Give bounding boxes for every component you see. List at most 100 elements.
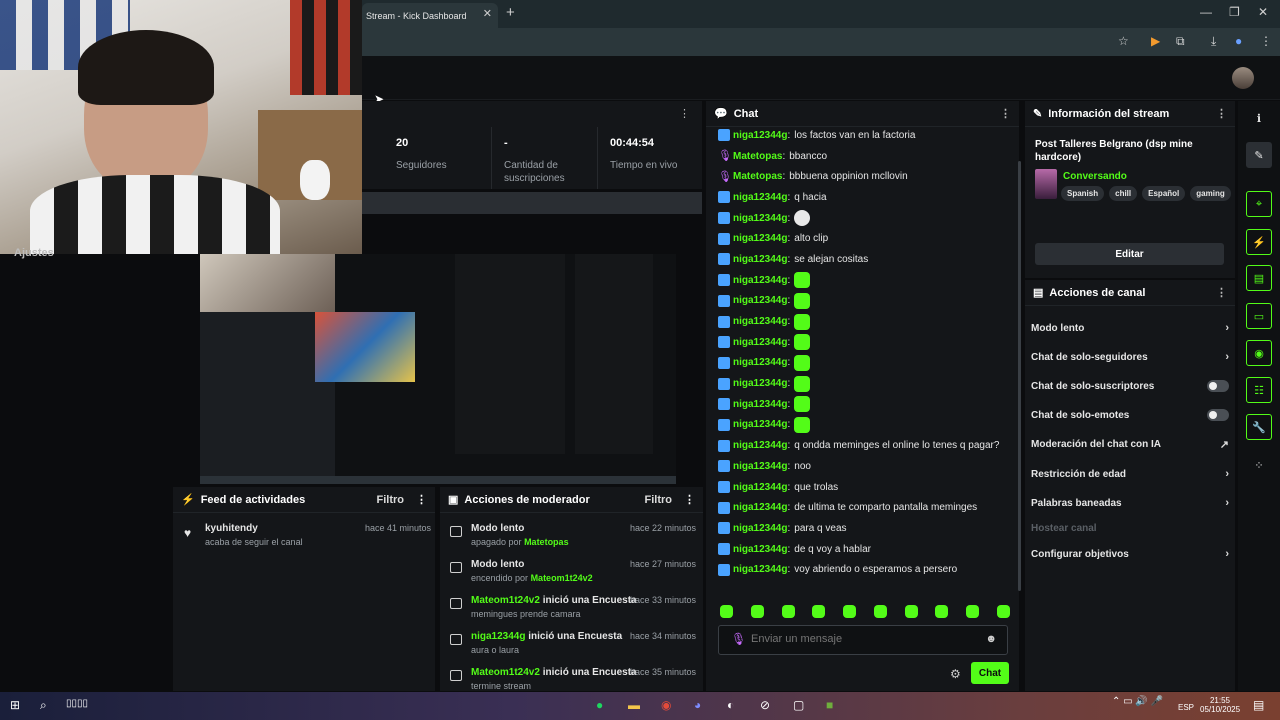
- toggle-switch[interactable]: [1207, 409, 1229, 421]
- channel-action-item[interactable]: Configurar objetivos ›: [1031, 544, 1229, 564]
- channel-action-item[interactable]: Chat de solo-suscriptores: [1031, 376, 1229, 396]
- bolt-icon[interactable]: ⚡: [1246, 229, 1272, 255]
- folder-icon[interactable]: ▬: [628, 698, 640, 712]
- send-chat-button[interactable]: Chat: [971, 662, 1009, 684]
- stats-menu-icon[interactable]: ⋮: [679, 107, 690, 120]
- channel-action-item[interactable]: Palabras baneadas ›: [1031, 493, 1229, 513]
- emote-button[interactable]: [812, 605, 826, 618]
- channel-action-item[interactable]: Chat de solo-seguidores ›: [1031, 347, 1229, 367]
- browser-menu-icon[interactable]: ⋮: [1260, 34, 1272, 48]
- notifications-icon[interactable]: ▤: [1253, 698, 1264, 712]
- chat-username[interactable]: niga12344g: [733, 316, 787, 327]
- chat-username[interactable]: niga12344g: [733, 192, 787, 203]
- profile-icon[interactable]: ●: [1235, 34, 1242, 48]
- chat-username[interactable]: niga12344g: [733, 399, 787, 410]
- new-tab-button[interactable]: +: [506, 4, 515, 21]
- minimize-icon[interactable]: —: [1200, 5, 1212, 19]
- mod-sub-user[interactable]: Mateom1t24v2: [531, 573, 593, 583]
- emoji-icon[interactable]: ☻: [985, 633, 997, 645]
- chat-username[interactable]: niga12344g: [733, 337, 787, 348]
- emote-button[interactable]: [873, 605, 887, 618]
- chat-username[interactable]: niga12344g: [733, 544, 787, 555]
- avatar[interactable]: [1232, 67, 1254, 89]
- broadcast-icon[interactable]: ◉: [1246, 340, 1272, 366]
- toggle-switch[interactable]: [1207, 380, 1229, 392]
- clock[interactable]: 21:55 05/10/2025: [1200, 696, 1240, 714]
- chat-input-box[interactable]: 🎙 ☻: [718, 625, 1008, 655]
- chat-username[interactable]: niga12344g: [733, 461, 787, 472]
- mod-actor[interactable]: Mateom1t24v2: [471, 667, 540, 678]
- mod-actor[interactable]: Mateom1t24v2: [471, 595, 540, 606]
- tray-icons[interactable]: ⌃ ▭ 🔊 🎤: [1112, 696, 1163, 707]
- bookmark-star-icon[interactable]: ☆: [1118, 34, 1129, 48]
- mod-sub-user[interactable]: Matetopas: [524, 537, 569, 547]
- actions-menu-icon[interactable]: ⋮: [1216, 286, 1227, 299]
- search-icon[interactable]: ⌕: [40, 698, 47, 713]
- channel-action-item[interactable]: Moderación del chat con IA ↗: [1031, 434, 1229, 454]
- emote-button[interactable]: [966, 605, 980, 618]
- chat-username[interactable]: niga12344g: [733, 502, 787, 513]
- chat-scrollbar[interactable]: [1018, 161, 1021, 591]
- apps-icon[interactable]: ⁘: [1246, 452, 1272, 478]
- chat-username[interactable]: niga12344g: [733, 254, 787, 265]
- emote-button[interactable]: [720, 605, 733, 618]
- chat-username[interactable]: niga12344g: [733, 564, 787, 575]
- channel-action-item[interactable]: Restricción de edad ›: [1031, 464, 1229, 484]
- browser-tab[interactable]: Stream - Kick Dashboard ✕: [362, 3, 498, 28]
- emote-button[interactable]: [996, 605, 1010, 618]
- app2-icon[interactable]: ▢: [793, 698, 804, 712]
- chat-username[interactable]: niga12344g: [733, 295, 787, 306]
- extensions-icon[interactable]: ⧉: [1176, 34, 1185, 49]
- chat-username[interactable]: niga12344g: [733, 130, 787, 141]
- mod-filter-button[interactable]: Filtro: [645, 494, 673, 506]
- emote-button[interactable]: [904, 605, 918, 618]
- chat-username[interactable]: niga12344g: [733, 275, 787, 286]
- minecraft-icon[interactable]: ■: [826, 698, 833, 712]
- chat-username[interactable]: niga12344g: [733, 523, 787, 534]
- spotify-icon[interactable]: ●: [596, 698, 603, 712]
- mod-actor[interactable]: niga12344g: [471, 631, 525, 642]
- gear-icon[interactable]: ⚙: [950, 667, 961, 681]
- close-tab-icon[interactable]: ✕: [483, 7, 492, 20]
- chat-username[interactable]: niga12344g: [733, 440, 787, 451]
- pencil-icon[interactable]: ✎: [1246, 142, 1272, 168]
- chat-username[interactable]: niga12344g: [733, 357, 787, 368]
- chat-input[interactable]: [751, 633, 981, 645]
- edit-button[interactable]: Editar: [1035, 243, 1224, 265]
- language-indicator[interactable]: ESP: [1178, 703, 1194, 712]
- pinned-notes-icon[interactable]: ▯▯▯▯: [66, 698, 88, 709]
- chat-bubble-icon[interactable]: ▭: [1246, 303, 1272, 329]
- channel-action-item[interactable]: Chat de solo-emotes: [1031, 405, 1229, 425]
- focus-icon[interactable]: ⌖: [1246, 191, 1272, 217]
- app-icon[interactable]: ⊘: [760, 698, 770, 712]
- chat-username[interactable]: niga12344g: [733, 233, 787, 244]
- restore-icon[interactable]: ❐: [1229, 5, 1240, 19]
- chat-menu-icon[interactable]: ⋮: [1000, 107, 1011, 120]
- stream-preview-video[interactable]: [200, 254, 676, 484]
- info-menu-icon[interactable]: ⋮: [1216, 107, 1227, 120]
- channel-action-item[interactable]: Modo lento ›: [1031, 318, 1229, 338]
- sidebar-item-ajustes[interactable]: Ajustes: [14, 247, 54, 259]
- info-icon[interactable]: ℹ: [1246, 105, 1272, 131]
- emote-button[interactable]: [781, 605, 795, 618]
- feed-menu-icon[interactable]: ⋮: [416, 493, 427, 506]
- chrome-icon[interactable]: ◉: [661, 698, 671, 712]
- wrench-icon[interactable]: 🔧: [1246, 414, 1272, 440]
- chat-username[interactable]: niga12344g: [733, 213, 787, 224]
- chat-username[interactable]: niga12344g: [733, 419, 787, 430]
- chat-username[interactable]: Matetopas: [733, 171, 782, 182]
- mod-menu-icon[interactable]: ⋮: [684, 493, 695, 506]
- emote-button[interactable]: [843, 605, 857, 618]
- close-window-icon[interactable]: ✕: [1258, 5, 1268, 19]
- chat-username[interactable]: niga12344g: [733, 482, 787, 493]
- chat-username[interactable]: Matetopas: [733, 151, 782, 162]
- list-icon[interactable]: ▤: [1246, 265, 1272, 291]
- discord-icon[interactable]: ◕: [694, 698, 701, 712]
- layout-icon[interactable]: ☷: [1246, 377, 1272, 403]
- download-icon[interactable]: ⤓: [1211, 34, 1216, 49]
- chat-username[interactable]: niga12344g: [733, 378, 787, 389]
- emote-button[interactable]: [750, 605, 764, 618]
- stream-category[interactable]: Conversando: [1063, 171, 1127, 182]
- feed-filter-button[interactable]: Filtro: [377, 494, 405, 506]
- extension-play-icon[interactable]: ▶: [1151, 34, 1160, 48]
